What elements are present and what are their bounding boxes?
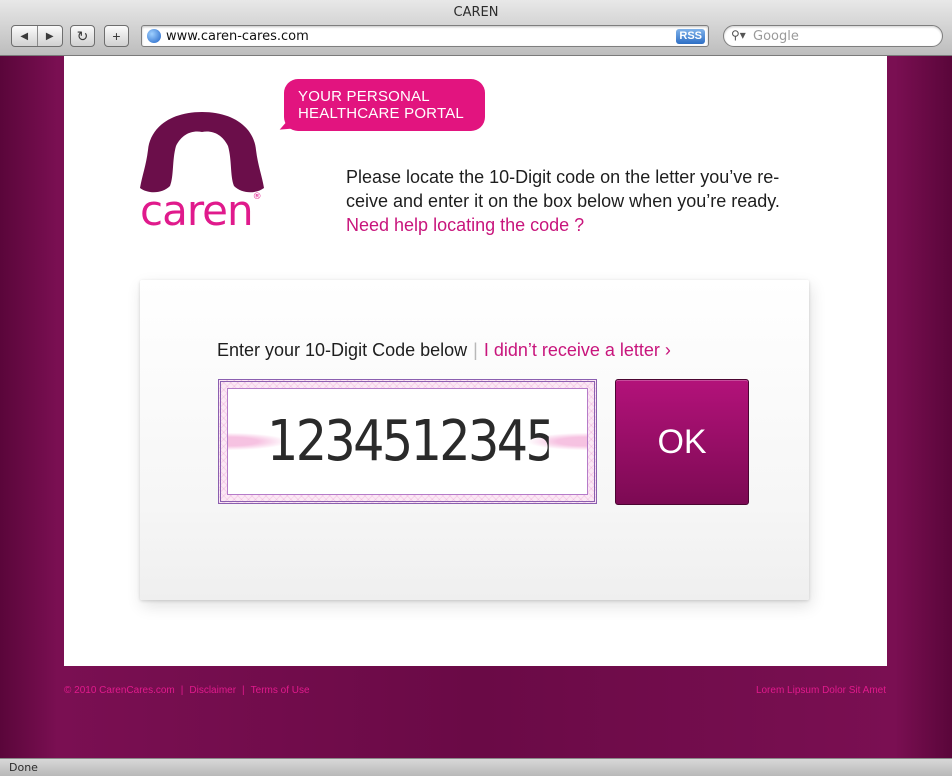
instructions-text: Please locate the 10-Digit code on the l…: [346, 165, 816, 237]
footer-separator: |: [180, 685, 184, 696]
code-entry-label: Enter your 10-Digit Code below: [217, 340, 468, 360]
url-text: www.caren-cares.com: [166, 29, 309, 44]
status-text: Done: [9, 761, 38, 774]
plus-icon[interactable]: +: [104, 25, 129, 47]
code-entry-label-row: Enter your 10-Digit Code below | I didn’t …: [217, 340, 671, 361]
main-content: caren® YOUR PERSONAL HEALTHCARE PORTAL P…: [64, 56, 887, 666]
code-input-frame: [218, 379, 597, 504]
footer-links: © 2010 CarenCares.com | Disclaimer | Terms o…: [64, 685, 310, 696]
code-input-inner: [227, 388, 588, 495]
instructions-line-2: ceive and enter it on the box below when…: [346, 191, 780, 211]
instructions-line-1: Please locate the 10-Digit code on the l…: [346, 167, 780, 187]
code-input[interactable]: [266, 409, 549, 474]
window-title: CAREN: [453, 5, 499, 20]
status-bar: Done: [0, 758, 952, 776]
logo-registered-mark: ®: [252, 192, 262, 202]
label-separator: |: [473, 340, 478, 360]
tagline-speech-bubble: YOUR PERSONAL HEALTHCARE PORTAL: [284, 79, 485, 131]
reload-icon[interactable]: ↻: [70, 25, 95, 47]
logo-wordmark: caren: [140, 186, 254, 235]
tagline-line-1: YOUR PERSONAL: [298, 88, 430, 105]
caren-logo-icon: [140, 112, 264, 193]
footer-right-text[interactable]: Lorem Lipsum Dolor Sit Amet: [756, 685, 886, 696]
browser-toolbar: CAREN ◀ ▶ ↻ + www.caren-cares.com RSS ⚲▾…: [0, 0, 952, 56]
tagline-line-2: HEALTHCARE PORTAL: [298, 105, 464, 122]
rss-button[interactable]: RSS: [676, 29, 705, 44]
address-bar[interactable]: www.caren-cares.com RSS: [141, 25, 709, 47]
help-locating-code-link[interactable]: Need help locating the code ?: [346, 213, 816, 237]
globe-icon: [147, 29, 161, 43]
nav-button-group: ◀ ▶: [11, 25, 63, 47]
no-letter-link[interactable]: I didn’t receive a letter ›: [484, 340, 671, 360]
footer-terms-link[interactable]: Terms of Use: [251, 685, 310, 696]
search-input[interactable]: ⚲▾ Google: [723, 25, 943, 47]
footer-disclaimer-link[interactable]: Disclaimer: [189, 685, 236, 696]
search-placeholder: Google: [753, 29, 799, 44]
forward-arrow-icon[interactable]: ▶: [36, 26, 63, 46]
code-entry-card: Enter your 10-Digit Code below | I didn’t …: [140, 280, 809, 600]
back-arrow-icon[interactable]: ◀: [12, 26, 37, 46]
footer-separator: |: [242, 685, 245, 696]
search-icon: ⚲▾: [731, 28, 746, 42]
caren-logo-text: caren®: [140, 186, 262, 235]
ok-button[interactable]: OK: [615, 379, 749, 505]
footer-copyright: © 2010 CarenCares.com: [64, 685, 175, 696]
